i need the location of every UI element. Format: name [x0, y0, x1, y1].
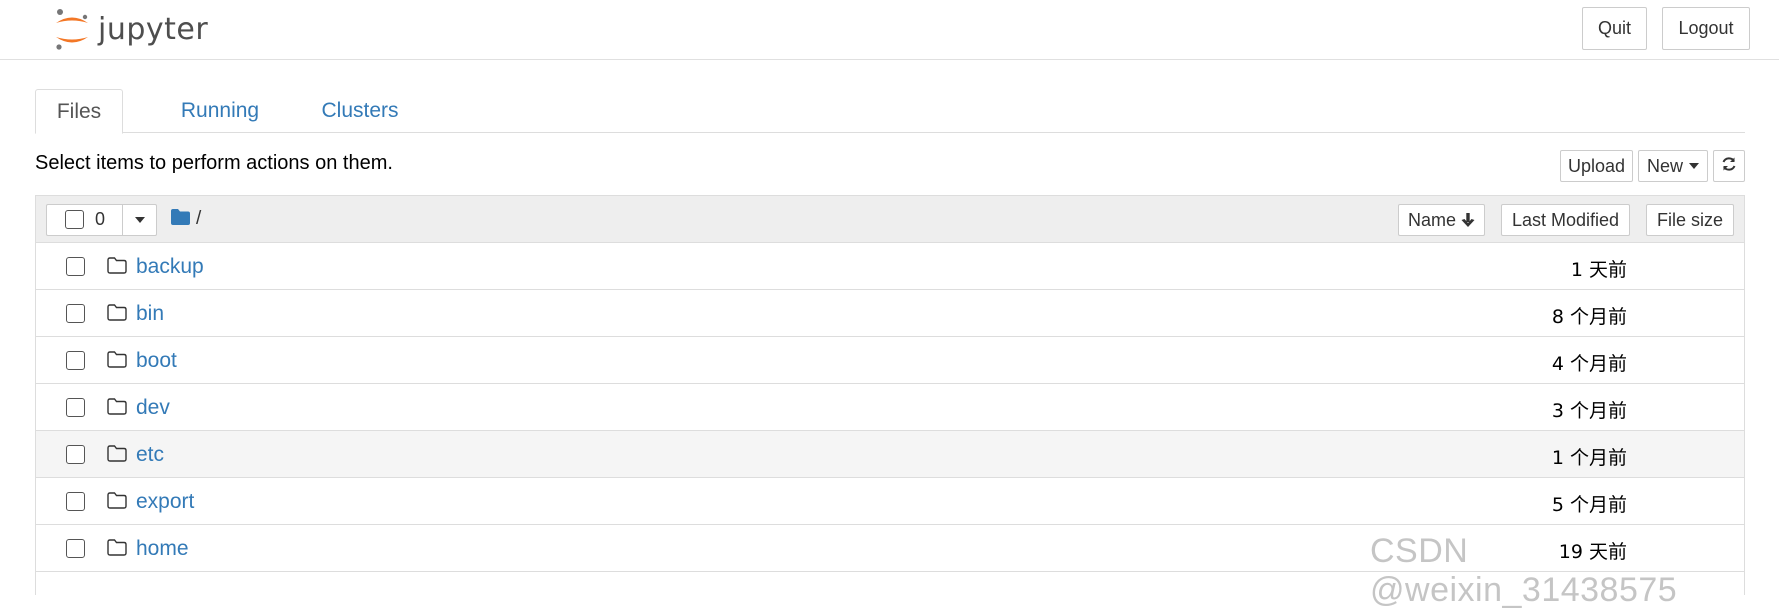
folder-outline-icon — [107, 398, 127, 420]
item-modified: 3 个月前 — [1551, 400, 1627, 422]
item-checkbox[interactable] — [66, 445, 85, 464]
select-dropdown-toggle[interactable] — [123, 205, 157, 235]
jupyter-logo[interactable]: jupyter — [52, 6, 208, 52]
caret-down-icon — [1689, 163, 1699, 169]
refresh-button[interactable] — [1713, 150, 1745, 182]
item-checkbox[interactable] — [66, 351, 85, 370]
item-name-link[interactable]: dev — [136, 396, 170, 420]
folder-outline-icon — [107, 445, 127, 467]
logo-text: jupyter — [98, 11, 209, 47]
selection-hint: Select items to perform actions on them. — [35, 152, 393, 174]
quit-button[interactable]: Quit — [1582, 7, 1647, 50]
item-checkbox[interactable] — [66, 257, 85, 276]
upload-button[interactable]: Upload — [1560, 150, 1633, 182]
list-item[interactable]: export 5 个月前 — [36, 478, 1744, 525]
item-checkbox[interactable] — [66, 492, 85, 511]
item-modified: 8 个月前 — [1551, 306, 1627, 328]
new-button-label: New — [1646, 155, 1683, 176]
sort-by-name-button[interactable]: Name — [1398, 204, 1485, 236]
folder-outline-icon — [107, 492, 127, 514]
list-item[interactable]: bin 8 个月前 — [36, 290, 1744, 337]
selected-count: 0 — [95, 209, 106, 229]
tab-running[interactable]: Running — [148, 89, 292, 133]
item-modified: 4 个月前 — [1551, 353, 1627, 375]
watermark-text: CSDN @weixin_31438575 — [1370, 532, 1678, 609]
folder-outline-icon — [107, 257, 127, 279]
item-checkbox[interactable] — [66, 539, 85, 558]
file-list-header: 0 / Name Last Modified File size — [36, 196, 1744, 243]
jupyter-logo-icon — [52, 6, 92, 52]
tab-bar: Files Running Clusters — [35, 89, 1745, 134]
item-modified: 5 个月前 — [1551, 494, 1627, 516]
item-name-link[interactable]: backup — [136, 255, 204, 279]
item-modified: 1 天前 — [1570, 259, 1627, 281]
new-button[interactable]: New — [1638, 150, 1708, 182]
list-item[interactable]: boot 4 个月前 — [36, 337, 1744, 384]
item-name-link[interactable]: boot — [136, 349, 177, 373]
arrow-down-icon — [1461, 212, 1475, 228]
list-item[interactable]: dev 3 个月前 — [36, 384, 1744, 431]
item-modified: 1 个月前 — [1551, 447, 1627, 469]
list-item[interactable]: backup 1 天前 — [36, 243, 1744, 290]
list-item[interactable]: etc 1 个月前 — [36, 431, 1744, 478]
item-checkbox[interactable] — [66, 304, 85, 323]
sort-by-modified-button[interactable]: Last Modified — [1501, 204, 1630, 236]
select-all-control: 0 — [46, 204, 157, 236]
item-name-link[interactable]: bin — [136, 302, 164, 326]
item-name-link[interactable]: export — [136, 490, 194, 514]
breadcrumb: / — [171, 206, 201, 232]
tab-clusters[interactable]: Clusters — [292, 89, 428, 133]
tab-files[interactable]: Files — [35, 89, 123, 134]
logout-button[interactable]: Logout — [1662, 7, 1750, 50]
folder-icon[interactable] — [171, 208, 190, 230]
sort-name-label: Name — [1407, 209, 1456, 230]
item-name-link[interactable]: home — [136, 537, 189, 561]
folder-outline-icon — [107, 539, 127, 561]
select-all-area[interactable]: 0 — [47, 205, 123, 235]
breadcrumb-root[interactable]: / — [196, 208, 201, 230]
folder-outline-icon — [107, 351, 127, 373]
caret-down-icon — [135, 217, 145, 223]
folder-outline-icon — [107, 304, 127, 326]
sort-by-size-button[interactable]: File size — [1646, 204, 1734, 236]
select-all-checkbox[interactable] — [65, 210, 84, 229]
item-name-link[interactable]: etc — [136, 443, 164, 467]
refresh-icon — [1721, 156, 1737, 177]
item-checkbox[interactable] — [66, 398, 85, 417]
top-header: jupyter Quit Logout — [0, 0, 1779, 60]
